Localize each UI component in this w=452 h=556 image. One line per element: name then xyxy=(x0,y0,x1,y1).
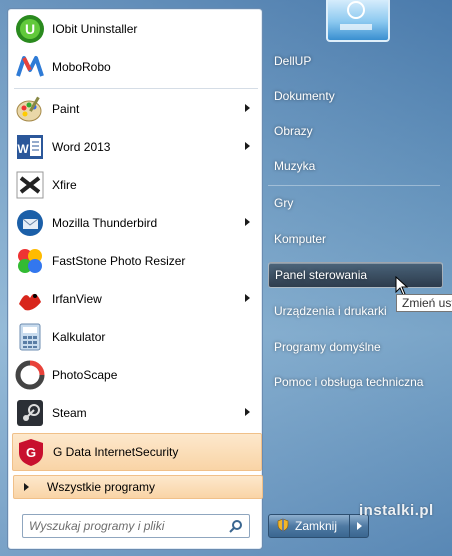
nav-item-label: Gry xyxy=(274,196,294,210)
nav-item-label: Dokumenty xyxy=(274,89,335,103)
nav-item-label: Komputer xyxy=(274,232,327,246)
program-label: G Data InternetSecurity xyxy=(53,445,179,459)
chevron-right-icon xyxy=(356,522,362,530)
nav-item-panel-sterowania[interactable]: Panel sterowania xyxy=(268,262,443,288)
program-label: PhotoScape xyxy=(52,368,118,382)
program-iobit-uninstaller[interactable]: U IObit Uninstaller xyxy=(12,11,260,47)
program-moborobo[interactable]: MoboRobo xyxy=(12,49,260,85)
program-label: Kalkulator xyxy=(52,330,106,344)
submenu-arrow-icon[interactable] xyxy=(245,142,250,150)
program-g-data-internetsecurity[interactable]: G G Data InternetSecurity xyxy=(12,433,262,471)
nav-item-komputer[interactable]: Komputer xyxy=(268,226,443,252)
shield-icon xyxy=(277,518,289,535)
watermark-brand: instalki xyxy=(359,502,415,519)
program-label: Word 2013 xyxy=(52,140,111,154)
irfanview-icon xyxy=(14,283,46,315)
programs-pane: U IObit Uninstaller MoboRobo Paint W Wor… xyxy=(7,8,263,550)
paint-icon xyxy=(14,93,46,125)
program-label: IObit Uninstaller xyxy=(52,22,138,36)
program-faststone-photo-resizer[interactable]: FastStone Photo Resizer xyxy=(12,243,260,279)
submenu-arrow-icon[interactable] xyxy=(245,408,250,416)
watermark-suffix: .pl xyxy=(414,502,434,519)
program-label: Paint xyxy=(52,102,80,116)
svg-text:U: U xyxy=(25,21,35,37)
nav-item-label: Pomoc i obsługa techniczna xyxy=(274,375,424,389)
tooltip: Zmień ust xyxy=(396,294,452,312)
nav-item-pomoc[interactable]: Pomoc i obsługa techniczna xyxy=(268,369,443,395)
nav-item-gry[interactable]: Gry xyxy=(268,190,443,216)
steam-icon xyxy=(14,397,46,429)
program-steam[interactable]: Steam xyxy=(12,395,260,431)
shutdown-button[interactable]: Zamknij xyxy=(268,514,350,538)
nav-item-label: Muzyka xyxy=(274,159,316,173)
nav-item-label: Obrazy xyxy=(274,124,313,138)
program-mozilla-thunderbird[interactable]: Mozilla Thunderbird xyxy=(12,205,260,241)
program-label: Steam xyxy=(52,406,87,420)
program-label: IrfanView xyxy=(52,292,102,306)
nav-item-obrazy[interactable]: Obrazy xyxy=(268,118,443,144)
program-photoscape[interactable]: PhotoScape xyxy=(12,357,260,393)
moborobo-icon xyxy=(14,51,46,83)
thunderbird-icon xyxy=(14,207,46,239)
shutdown-label: Zamknij xyxy=(295,519,338,533)
program-label: Xfire xyxy=(52,178,77,192)
search-icon[interactable] xyxy=(229,519,243,536)
divider xyxy=(14,88,258,89)
expand-arrow-icon xyxy=(24,483,29,491)
all-programs-label: Wszystkie programy xyxy=(47,480,156,494)
nav-item-programy-domyslne[interactable]: Programy domyślne xyxy=(268,334,443,360)
iobit-uninstaller-icon: U xyxy=(14,13,46,45)
submenu-arrow-icon[interactable] xyxy=(245,294,250,302)
program-label: FastStone Photo Resizer xyxy=(52,254,186,268)
user-picture[interactable] xyxy=(326,0,390,42)
gdata-icon: G xyxy=(15,436,47,468)
faststone-icon xyxy=(14,245,46,277)
all-programs-button[interactable]: Wszystkie programy xyxy=(13,475,263,499)
program-label: Mozilla Thunderbird xyxy=(52,216,158,230)
word-icon: W xyxy=(14,131,46,163)
svg-text:G: G xyxy=(26,445,36,460)
nav-item-label: Panel sterowania xyxy=(275,268,368,282)
xfire-icon xyxy=(14,169,46,201)
nav-item-muzyka[interactable]: Muzyka xyxy=(268,153,443,179)
program-kalkulator[interactable]: Kalkulator xyxy=(12,319,260,355)
submenu-arrow-icon[interactable] xyxy=(245,104,250,112)
submenu-arrow-icon[interactable] xyxy=(245,218,250,226)
nav-item-dellup[interactable]: DellUP xyxy=(268,48,443,74)
photoscape-icon xyxy=(14,359,46,391)
nav-item-label: Urządzenia i drukarki xyxy=(274,304,387,318)
nav-item-dokumenty[interactable]: Dokumenty xyxy=(268,83,443,109)
program-word-2013[interactable]: W Word 2013 xyxy=(12,129,260,165)
watermark-logo: instalki.pl xyxy=(359,502,434,519)
program-paint[interactable]: Paint xyxy=(12,91,260,127)
nav-item-label: DellUP xyxy=(274,54,312,68)
program-irfanview[interactable]: IrfanView xyxy=(12,281,260,317)
svg-text:W: W xyxy=(17,142,29,156)
search-box[interactable] xyxy=(22,514,250,538)
divider xyxy=(268,185,440,186)
search-input[interactable] xyxy=(27,518,231,534)
nav-item-label: Programy domyślne xyxy=(274,340,381,354)
program-label: MoboRobo xyxy=(52,60,111,74)
program-xfire[interactable]: Xfire xyxy=(12,167,260,203)
calculator-icon xyxy=(14,321,46,353)
